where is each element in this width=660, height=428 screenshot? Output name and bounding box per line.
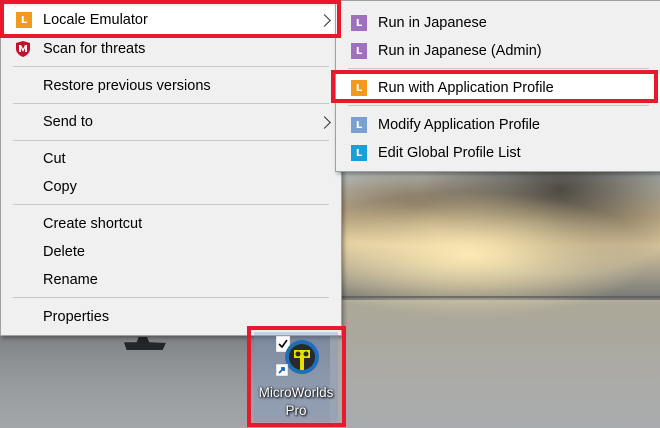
locale-emulator-blue-icon: L <box>351 117 367 133</box>
submenu-item-run-with-application-profile[interactable]: L Run with Application Profile <box>336 74 660 102</box>
menu-item-label: Edit Global Profile List <box>378 145 521 161</box>
locale-emulator-icon: L <box>16 12 32 28</box>
context-menu: L Locale Emulator Scan for threats Resto… <box>0 0 342 336</box>
menu-separator <box>348 68 649 69</box>
submenu-item-edit-global-profile-list[interactable]: L Edit Global Profile List <box>336 139 660 167</box>
locale-emulator-orange-icon: L <box>351 80 367 96</box>
menu-item-rename[interactable]: Rename <box>1 266 341 294</box>
submenu-item-run-in-japanese-admin[interactable]: L Run in Japanese (Admin) <box>336 37 660 65</box>
microworlds-turtle-icon <box>275 335 320 378</box>
mcafee-shield-icon <box>16 41 30 57</box>
menu-item-copy[interactable]: Copy <box>1 173 341 201</box>
chevron-right-icon <box>318 115 331 129</box>
menu-item-scan-for-threats[interactable]: Scan for threats <box>1 35 341 63</box>
desktop-icon-caption: MicroWorlds Pro <box>254 384 338 420</box>
menu-item-label: Delete <box>43 244 85 260</box>
submenu-item-run-in-japanese[interactable]: L Run in Japanese <box>336 9 660 37</box>
menu-item-label: Run in Japanese (Admin) <box>378 43 542 59</box>
menu-item-label: Run with Application Profile <box>378 80 554 96</box>
submenu-item-modify-application-profile[interactable]: L Modify Application Profile <box>336 111 660 139</box>
locale-emulator-purple-icon: L <box>351 15 367 31</box>
menu-separator <box>13 140 329 141</box>
menu-item-label: Scan for threats <box>43 41 146 57</box>
locale-emulator-purple-icon: L <box>351 43 367 59</box>
menu-separator <box>13 204 329 205</box>
menu-item-cut[interactable]: Cut <box>1 145 341 173</box>
chevron-right-icon <box>318 13 331 27</box>
menu-item-locale-emulator[interactable]: L Locale Emulator <box>1 6 341 34</box>
menu-item-properties[interactable]: Properties <box>1 303 341 331</box>
menu-item-label: Locale Emulator <box>43 12 148 28</box>
menu-separator <box>13 66 329 67</box>
menu-separator <box>348 105 649 106</box>
menu-separator <box>13 103 329 104</box>
desktop-icon-microworlds-pro[interactable]: MicroWorlds Pro <box>254 332 338 422</box>
caption-line-2: Pro <box>285 403 307 418</box>
menu-item-send-to[interactable]: Send to <box>1 108 341 136</box>
menu-separator <box>13 297 329 298</box>
menu-item-create-shortcut[interactable]: Create shortcut <box>1 210 341 238</box>
locale-emulator-cyan-icon: L <box>351 145 367 161</box>
sea-reflection <box>330 300 660 428</box>
menu-item-delete[interactable]: Delete <box>1 238 341 266</box>
menu-item-label: Send to <box>43 114 93 130</box>
menu-item-label: Properties <box>43 309 110 325</box>
menu-item-label: Rename <box>43 272 98 288</box>
menu-item-label: Create shortcut <box>43 216 143 232</box>
locale-emulator-submenu: L Run in Japanese L Run in Japanese (Adm… <box>335 0 660 172</box>
menu-item-label: Restore previous versions <box>43 78 211 94</box>
menu-item-label: Run in Japanese <box>378 15 487 31</box>
menu-item-label: Copy <box>43 179 77 195</box>
caption-line-1: MicroWorlds <box>258 385 334 400</box>
menu-item-label: Modify Application Profile <box>378 117 540 133</box>
menu-item-label: Cut <box>43 151 66 167</box>
menu-item-restore-previous-versions[interactable]: Restore previous versions <box>1 72 341 100</box>
